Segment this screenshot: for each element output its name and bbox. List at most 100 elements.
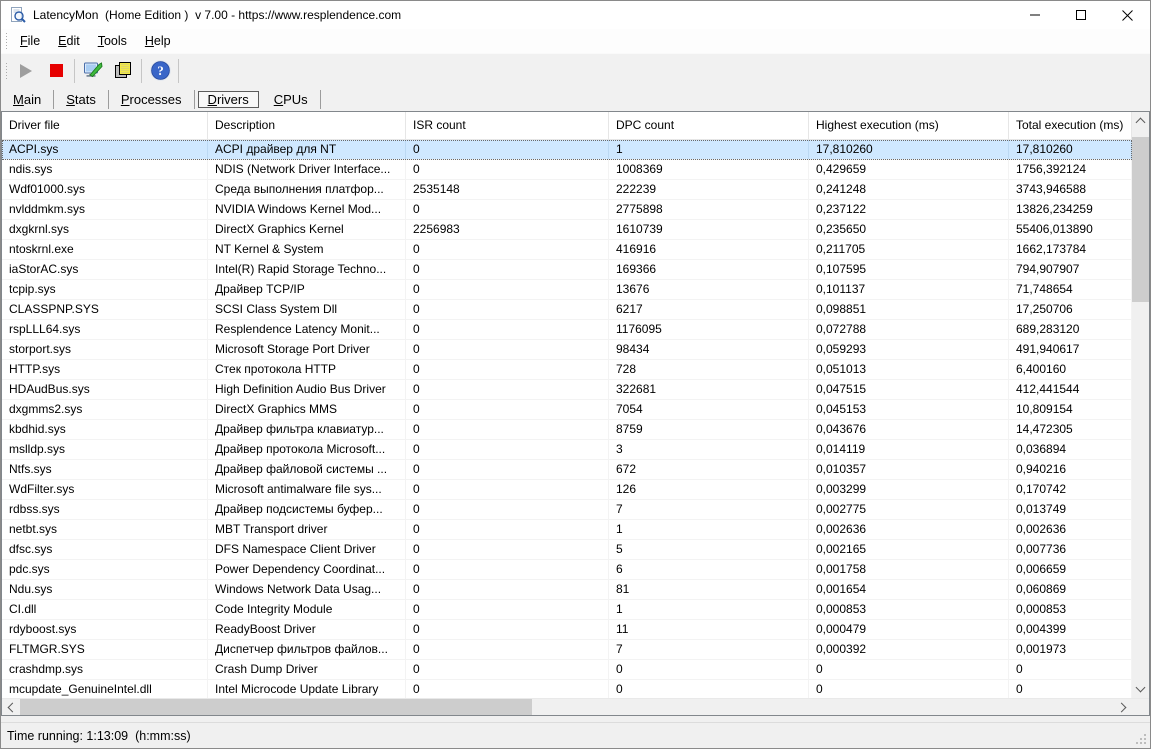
table-row[interactable]: crashdmp.sys Crash Dump Driver 0 0 0 0 — [2, 660, 1132, 680]
toolbar: ? — [1, 53, 1150, 87]
table-row[interactable]: CI.dll Code Integrity Module 0 1 0,00085… — [2, 600, 1132, 620]
table-row[interactable]: Ndu.sys Windows Network Data Usag... 0 8… — [2, 580, 1132, 600]
help-button[interactable]: ? — [145, 57, 175, 85]
cell-description: MBT Transport driver — [208, 520, 406, 539]
menu-file[interactable]: File — [11, 31, 49, 51]
table-row[interactable]: netbt.sys MBT Transport driver 0 1 0,002… — [2, 520, 1132, 540]
horizontal-scrollbar[interactable] — [2, 699, 1132, 715]
table-row[interactable]: mcupdate_GenuineIntel.dll Intel Microcod… — [2, 680, 1132, 698]
table-row[interactable]: HDAudBus.sys High Definition Audio Bus D… — [2, 380, 1132, 400]
cell-isr-count: 0 — [406, 140, 609, 159]
table-row[interactable]: ACPI.sys ACPI драйвер для NT 0 1 17,8102… — [2, 140, 1132, 160]
cell-highest-execution: 0,235650 — [809, 220, 1009, 239]
cell-total-execution: 10,809154 — [1009, 400, 1132, 419]
minimize-button[interactable] — [1012, 1, 1058, 29]
menu-help[interactable]: Help — [136, 31, 180, 51]
table-row[interactable]: HTTP.sys Стек протокола HTTP 0 728 0,051… — [2, 360, 1132, 380]
cell-description: Crash Dump Driver — [208, 660, 406, 679]
help-icon: ? — [149, 60, 171, 81]
cell-total-execution: 0,940216 — [1009, 460, 1132, 479]
column-header-highest-execution[interactable]: Highest execution (ms) — [809, 112, 1009, 139]
column-header-isr-count[interactable]: ISR count — [406, 112, 609, 139]
cell-dpc-count: 1176095 — [609, 320, 809, 339]
column-header-driver-file[interactable]: Driver file — [2, 112, 208, 139]
cell-highest-execution: 0,000479 — [809, 620, 1009, 639]
cell-description: Code Integrity Module — [208, 600, 406, 619]
tab-stats[interactable]: Stats — [54, 91, 108, 108]
table-row[interactable]: WdFilter.sys Microsoft antimalware file … — [2, 480, 1132, 500]
menu-bar: File Edit Tools Help — [1, 29, 1150, 53]
resize-grip-icon[interactable] — [1135, 733, 1148, 746]
menu-edit[interactable]: Edit — [49, 31, 89, 51]
table-row[interactable]: nvlddmkm.sys NVIDIA Windows Kernel Mod..… — [2, 200, 1132, 220]
table-row[interactable]: mslldp.sys Драйвер протокола Microsoft..… — [2, 440, 1132, 460]
cell-highest-execution: 0,072788 — [809, 320, 1009, 339]
table-row[interactable]: CLASSPNP.SYS SCSI Class System Dll 0 621… — [2, 300, 1132, 320]
cell-dpc-count: 126 — [609, 480, 809, 499]
column-header-dpc-count[interactable]: DPC count — [609, 112, 809, 139]
table-row[interactable]: storport.sys Microsoft Storage Port Driv… — [2, 340, 1132, 360]
toolbar-gripper[interactable] — [5, 62, 8, 79]
scroll-left-button[interactable] — [2, 699, 19, 715]
cell-isr-count: 0 — [406, 460, 609, 479]
table-row[interactable]: FLTMGR.SYS Диспетчер фильтров файлов... … — [2, 640, 1132, 660]
maximize-button[interactable] — [1058, 1, 1104, 29]
table-row[interactable]: ndis.sys NDIS (Network Driver Interface.… — [2, 160, 1132, 180]
table-row[interactable]: rdyboost.sys ReadyBoost Driver 0 11 0,00… — [2, 620, 1132, 640]
table-row[interactable]: dxgkrnl.sys DirectX Graphics Kernel 2256… — [2, 220, 1132, 240]
cell-highest-execution: 0,002165 — [809, 540, 1009, 559]
cell-total-execution: 17,250706 — [1009, 300, 1132, 319]
tab-cpus[interactable]: CPUs — [262, 91, 320, 108]
minimize-icon — [1030, 14, 1040, 16]
rebar-gripper[interactable] — [5, 33, 8, 49]
title-bar[interactable]: LatencyMon (Home Edition ) v 7.00 - http… — [1, 1, 1150, 29]
cell-driver-file: Ndu.sys — [2, 580, 208, 599]
cell-highest-execution: 0 — [809, 660, 1009, 679]
table-row[interactable]: dfsc.sys DFS Namespace Client Driver 0 5… — [2, 540, 1132, 560]
monitor-tool-icon — [84, 62, 103, 78]
cell-highest-execution: 0,047515 — [809, 380, 1009, 399]
report-options-button[interactable] — [78, 57, 108, 85]
table-row[interactable]: rspLLL64.sys Resplendence Latency Monit.… — [2, 320, 1132, 340]
table-row[interactable]: Ntfs.sys Драйвер файловой системы ... 0 … — [2, 460, 1132, 480]
cell-highest-execution: 0,059293 — [809, 340, 1009, 359]
tab-main[interactable]: Main — [1, 91, 53, 108]
menu-tools[interactable]: Tools — [89, 31, 136, 51]
scroll-up-button[interactable] — [1132, 112, 1149, 129]
vertical-scroll-track[interactable] — [1132, 129, 1149, 681]
tab-drivers[interactable]: Drivers — [197, 90, 259, 108]
scroll-down-button[interactable] — [1132, 681, 1149, 698]
copy-report-button[interactable] — [108, 57, 138, 85]
tab-processes[interactable]: Processes — [109, 91, 194, 108]
table-row[interactable]: Wdf01000.sys Среда выполнения платфор...… — [2, 180, 1132, 200]
vertical-scrollbar[interactable] — [1132, 112, 1149, 698]
cell-isr-count: 0 — [406, 620, 609, 639]
tab-bar: Main Stats Processes Drivers CPUs — [1, 87, 1150, 111]
cell-dpc-count: 322681 — [609, 380, 809, 399]
table-row[interactable]: pdc.sys Power Dependency Coordinat... 0 … — [2, 560, 1132, 580]
start-monitor-button[interactable] — [11, 57, 41, 85]
horizontal-scroll-thumb[interactable] — [20, 699, 532, 715]
cell-total-execution: 0,060869 — [1009, 580, 1132, 599]
scroll-right-button[interactable] — [1115, 699, 1132, 715]
table-row[interactable]: tcpip.sys Драйвер TCP/IP 0 13676 0,10113… — [2, 280, 1132, 300]
table-row[interactable]: rdbss.sys Драйвер подсистемы буфер... 0 … — [2, 500, 1132, 520]
cell-description: High Definition Audio Bus Driver — [208, 380, 406, 399]
horizontal-scroll-track[interactable] — [19, 699, 1115, 715]
cell-description: DirectX Graphics Kernel — [208, 220, 406, 239]
table-row[interactable]: dxgmms2.sys DirectX Graphics MMS 0 7054 … — [2, 400, 1132, 420]
table-row[interactable]: kbdhid.sys Драйвер фильтра клавиатур... … — [2, 420, 1132, 440]
stop-monitor-button[interactable] — [41, 57, 71, 85]
cell-description: Среда выполнения платфор... — [208, 180, 406, 199]
toolbar-separator — [178, 58, 179, 83]
column-header-total-execution[interactable]: Total execution (ms) — [1009, 112, 1132, 139]
cell-isr-count: 0 — [406, 440, 609, 459]
table-row[interactable]: iaStorAC.sys Intel(R) Rapid Storage Tech… — [2, 260, 1132, 280]
close-button[interactable] — [1104, 1, 1150, 29]
cell-total-execution: 0,036894 — [1009, 440, 1132, 459]
vertical-scroll-thumb[interactable] — [1132, 137, 1149, 302]
cell-isr-count: 0 — [406, 600, 609, 619]
cell-total-execution: 0,007736 — [1009, 540, 1132, 559]
table-row[interactable]: ntoskrnl.exe NT Kernel & System 0 416916… — [2, 240, 1132, 260]
column-header-description[interactable]: Description — [208, 112, 406, 139]
